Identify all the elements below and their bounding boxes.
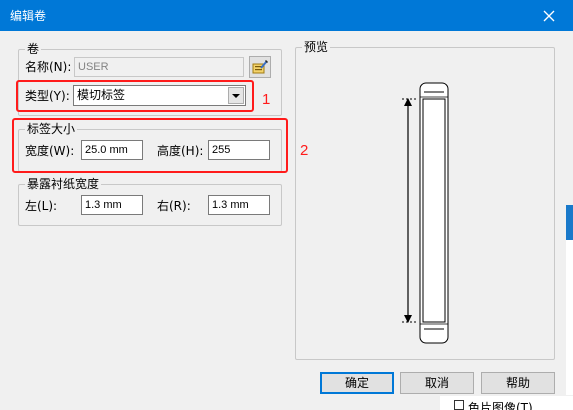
annotation-marker-2: 2: [300, 142, 309, 159]
title-bar[interactable]: 编辑卷: [0, 0, 573, 31]
name-field[interactable]: USER: [74, 57, 244, 77]
help-button[interactable]: 帮助: [481, 372, 555, 394]
background-window-edge: [566, 240, 573, 395]
left-label: 左(L):: [25, 199, 58, 213]
cancel-button[interactable]: 取消: [400, 372, 474, 394]
preview-graphic: [402, 82, 449, 344]
annotation-box-2: [12, 118, 288, 173]
close-icon: [543, 10, 555, 22]
right-field[interactable]: 1.3 mm: [208, 195, 270, 215]
name-browse-button[interactable]: [249, 56, 271, 78]
right-label: 右(R):: [157, 199, 191, 213]
liner-width-legend: 暴露衬纸宽度: [27, 177, 100, 191]
window-title: 编辑卷: [10, 9, 47, 23]
edit-name-icon: [252, 60, 268, 74]
roll-preview-shape: [419, 82, 449, 344]
ok-button[interactable]: 确定: [320, 372, 394, 394]
height-dimension-arrow: [402, 98, 418, 323]
left-field[interactable]: 1.3 mm: [81, 195, 143, 215]
name-label: 名称(N):: [25, 60, 72, 74]
background-window-bottom: 色片图像(T): [440, 396, 573, 410]
annotation-box-1: [16, 80, 254, 112]
roll-group-legend: 卷: [27, 42, 40, 56]
background-checkbox: [454, 400, 464, 410]
background-window-strip: [566, 205, 573, 240]
preview-legend: 预览: [304, 40, 329, 54]
annotation-marker-1: 1: [262, 91, 271, 108]
background-checkbox-label: 色片图像(T): [468, 401, 533, 410]
close-button[interactable]: [538, 5, 560, 27]
